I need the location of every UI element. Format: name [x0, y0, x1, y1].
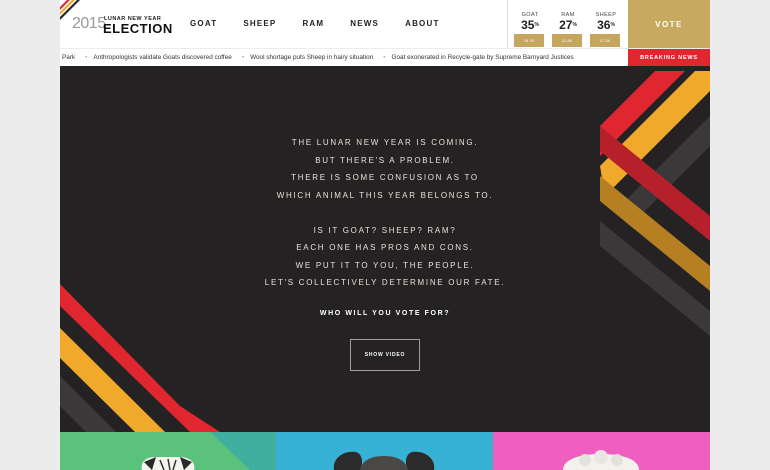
sheep-tile[interactable] [493, 432, 710, 470]
intro-line: BUT THERE'S A PROBLEM. [315, 155, 455, 165]
score-value: 36% [597, 18, 615, 32]
hero-intro: THE LUNAR NEW YEAR IS COMING. BUT THERE'… [60, 134, 710, 292]
ticker-items: Park • Anthropologists validate Goats disc… [62, 54, 584, 61]
score-votes: 12.8K [561, 38, 573, 43]
breaking-news-badge[interactable]: BREAKING NEWS [628, 49, 710, 67]
nav-sheep[interactable]: SHEEP [243, 19, 276, 28]
ticker-separator-icon: • [383, 54, 386, 61]
main-nav: GOAT SHEEP RAM NEWS ABOUT [190, 19, 466, 28]
goat-icon [141, 432, 276, 470]
logo-year[interactable]: 2015 [72, 15, 106, 33]
ticker-item[interactable]: Anthropologists validate Goats discovere… [93, 54, 231, 61]
logo-title[interactable]: ELECTION [103, 21, 173, 36]
show-video-button[interactable]: SHOW VIDEO [350, 339, 420, 371]
score-value: 35% [521, 18, 539, 32]
intro-line: IS IT GOAT? SHEEP? RAM? [313, 225, 457, 235]
nav-ram[interactable]: RAM [302, 19, 324, 28]
ram-icon [333, 451, 435, 470]
site-header: 2015 LUNAR NEW YEAR ELECTION GOAT SHEEP … [60, 0, 710, 48]
intro-line: WHICH ANIMAL THIS YEAR BELONGS TO. [276, 190, 494, 200]
goat-tile[interactable] [60, 432, 276, 470]
nav-about[interactable]: ABOUT [405, 19, 439, 28]
intro-line: THERE IS SOME CONFUSION AS TO [291, 173, 479, 182]
ram-tile[interactable] [276, 432, 493, 470]
ticker-item[interactable]: Park [62, 54, 75, 61]
score-bar: 17.2K [590, 34, 620, 47]
hero-section: THE LUNAR NEW YEAR IS COMING. BUT THERE'… [60, 66, 710, 432]
sheep-icon [563, 450, 639, 470]
intro-line: THE LUNAR NEW YEAR IS COMING. [291, 138, 479, 147]
nav-goat[interactable]: GOAT [190, 19, 217, 28]
score-panel: GOAT 35% 16.7K RAM 27% 12.8K SHEEP 36% 1… [507, 0, 629, 48]
score-bar: 12.8K [552, 34, 582, 47]
ticker-item[interactable]: Goat exonerated in Recycle-gate by Supre… [391, 54, 573, 61]
score-value: 27% [559, 18, 577, 32]
score-sheep[interactable]: SHEEP 36% 17.2K [590, 12, 622, 47]
candidate-tiles [60, 432, 710, 470]
ticker-separator-icon: • [85, 54, 88, 61]
intro-line: LET'S COLLECTIVELY DETERMINE OUR FATE. [264, 278, 506, 287]
score-ram[interactable]: RAM 27% 12.8K [552, 12, 584, 47]
score-votes: 17.2K [599, 38, 611, 43]
nav-news[interactable]: NEWS [350, 19, 379, 28]
ticker-separator-icon: • [241, 54, 245, 61]
vote-button[interactable]: VOTE [628, 0, 710, 48]
score-bar: 16.7K [514, 34, 544, 47]
page: 2015 LUNAR NEW YEAR ELECTION GOAT SHEEP … [60, 0, 710, 470]
intro-line: EACH ONE HAS PROS AND CONS. [296, 243, 474, 252]
intro-line: WE PUT IT TO YOU, THE PEOPLE. [295, 260, 475, 270]
ticker-item[interactable]: Wool shortage puts Sheep in hairy situat… [250, 54, 373, 61]
score-votes: 16.7K [523, 38, 535, 43]
news-ticker: Park • Anthropologists validate Goats disc… [60, 48, 710, 67]
score-goat[interactable]: GOAT 35% 16.7K [514, 12, 546, 47]
vote-question: WHO WILL YOU VOTE FOR? [319, 310, 451, 317]
